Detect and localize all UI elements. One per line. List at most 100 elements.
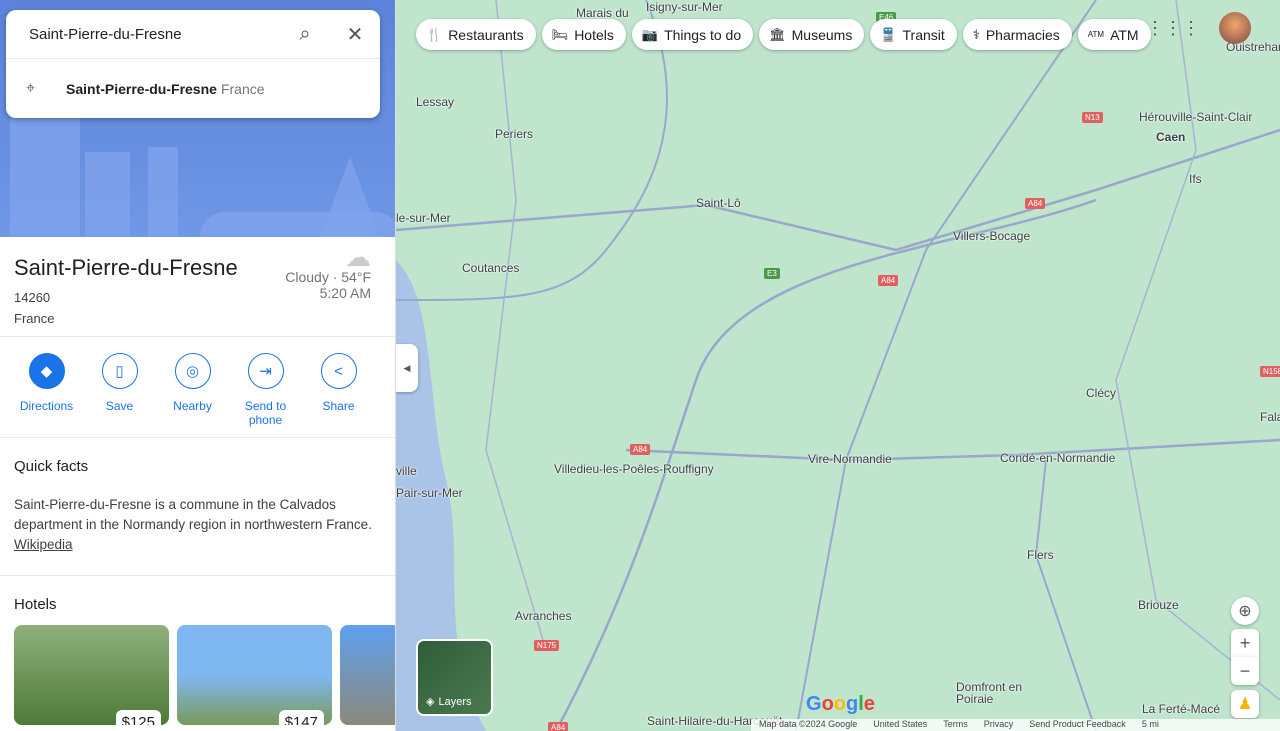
map-label: Coutances xyxy=(462,261,520,275)
map-label: Villers-Bocage xyxy=(953,229,1031,243)
chip-atm[interactable]: ATM ATM xyxy=(1077,19,1151,50)
map-label: Saint-Lô xyxy=(696,196,741,210)
chip-pharmacies[interactable]: ⚕ Pharmacies xyxy=(962,19,1072,50)
apps-grid-icon[interactable]: ⋮⋮⋮ xyxy=(1146,18,1200,39)
map-label: Lessay xyxy=(416,95,455,109)
map-label: Villedieu-les-Poêles-Rouffigny xyxy=(554,462,714,476)
map-label: Avranches xyxy=(515,609,572,623)
road-shield: A84 xyxy=(1025,198,1046,209)
plus-icon: + xyxy=(1239,632,1251,653)
search-suggestion[interactable]: ⌖ Saint-Pierre-du-Fresne France xyxy=(6,58,380,118)
location-pin-icon: ⌖ xyxy=(26,79,36,97)
google-logo: Google xyxy=(806,693,875,715)
nearby-icon: ◎ xyxy=(174,353,211,389)
road-shield: A84 xyxy=(548,722,569,731)
chip-museums[interactable]: 🏛 Museums xyxy=(759,19,865,50)
chip-restaurants[interactable]: 🍴 Restaurants xyxy=(416,19,536,50)
action-label: Send to phone xyxy=(244,399,287,427)
collapse-panel-button[interactable]: ◀ xyxy=(396,344,418,392)
map-label: Periers xyxy=(495,127,534,141)
search-input[interactable]: Saint-Pierre-du-Fresne xyxy=(29,26,280,43)
bookmark-icon: ▯ xyxy=(101,353,138,389)
action-label: Nearby xyxy=(173,399,212,413)
quick-facts-text: Saint-Pierre-du-Fresne is a commune in t… xyxy=(14,497,372,532)
hotel-card[interactable]: $125 xyxy=(14,625,169,725)
place-panel: Saint-Pierre-du-Fresne ⌕ ✕ ⌖ Saint-Pierr… xyxy=(0,0,396,731)
weather-text: Cloudy · 54°F xyxy=(285,269,371,285)
chip-label: Things to do xyxy=(664,26,742,43)
camera-icon: 📷 xyxy=(641,26,659,42)
cloud-icon: ☁ xyxy=(345,242,371,272)
close-icon[interactable]: ✕ xyxy=(330,22,380,47)
zoom-out-button[interactable]: − xyxy=(1231,657,1259,685)
quick-facts: Quick facts Saint-Pierre-du-Fresne is a … xyxy=(0,438,395,576)
category-chips: 🍴 Restaurants 🛏 Hotels 📷 Things to do 🏛 Muse… xyxy=(416,19,1151,50)
hotel-card[interactable]: $147 xyxy=(177,625,332,725)
action-label: Save xyxy=(105,399,134,413)
directions-button[interactable]: ◆ Directions xyxy=(10,353,83,437)
road-shield: N158 xyxy=(1260,366,1280,377)
layers-label: Layers xyxy=(438,696,472,708)
atm-icon: ATM xyxy=(1087,30,1105,39)
send-to-phone-icon: ⇥ xyxy=(247,353,284,389)
chip-hotels[interactable]: 🛏 Hotels xyxy=(541,19,626,50)
map-label: Hérouville-Saint-Clair xyxy=(1139,110,1253,124)
wikipedia-link[interactable]: Wikipedia xyxy=(14,537,73,552)
road-shield: A84 xyxy=(878,275,899,286)
transit-icon: 🚆 xyxy=(880,26,897,42)
zoom-in-button[interactable]: + xyxy=(1231,629,1259,657)
hotel-price: $147 xyxy=(278,710,324,725)
map-data-credit: Map data ©2024 Google xyxy=(759,719,858,729)
map-footer: Map data ©2024 Google United States Term… xyxy=(751,719,1280,731)
search-box: Saint-Pierre-du-Fresne ⌕ ✕ ⌖ Saint-Pierr… xyxy=(6,10,380,118)
pharmacy-icon: ⚕ xyxy=(972,26,980,42)
bed-icon: 🛏 xyxy=(551,26,569,42)
nearby-button[interactable]: ◎ Nearby xyxy=(156,353,229,437)
minus-icon: − xyxy=(1239,660,1251,681)
place-header: Saint-Pierre-du-Fresne 14260 France ☁ Cl… xyxy=(0,237,395,337)
hotel-card[interactable] xyxy=(340,625,395,725)
region-link[interactable]: United States xyxy=(873,719,927,731)
my-location-icon: ⊕ xyxy=(1238,603,1252,620)
save-button[interactable]: ▯ Save xyxy=(83,353,156,437)
map-label: Marais du xyxy=(576,6,629,20)
feedback-link[interactable]: Send Product Feedback xyxy=(1029,719,1126,731)
street-view-pegman[interactable]: ♟ xyxy=(1231,690,1259,718)
action-label: Directions xyxy=(19,399,74,413)
chip-label: Transit xyxy=(902,26,945,43)
share-button[interactable]: < Share xyxy=(302,353,375,437)
road-shield: N175 xyxy=(534,640,560,651)
map[interactable]: Marais du Isigny-sur-Mer Lessay Periers … xyxy=(396,0,1280,731)
map-label: La Ferté-Macé xyxy=(1142,702,1221,716)
map-label: Vire-Normandie xyxy=(808,452,892,466)
local-time: 5:20 AM xyxy=(319,285,371,301)
map-label: le-sur-Mer xyxy=(396,211,451,225)
chip-label: Museums xyxy=(791,26,853,43)
suggestion-name: Saint-Pierre-du-Fresne xyxy=(66,80,217,97)
chip-label: Pharmacies xyxy=(985,26,1060,43)
action-label: Share xyxy=(322,399,355,413)
hotels-title: Hotels xyxy=(14,596,57,613)
terms-link[interactable]: Terms xyxy=(943,719,968,731)
road-shield: A84 xyxy=(630,444,651,455)
scale-bar[interactable]: 5 mi xyxy=(1142,719,1159,731)
action-bar: ◆ Directions ▯ Save ◎ Nearby ⇥ Send to phone… xyxy=(0,337,395,438)
pegman-icon: ♟ xyxy=(1237,696,1253,713)
chip-label: Restaurants xyxy=(448,26,524,43)
map-label: Pair-sur-Mer xyxy=(396,486,463,500)
layers-button[interactable]: ◈ Layers xyxy=(416,639,493,716)
send-to-phone-button[interactable]: ⇥ Send to phone xyxy=(229,353,302,437)
search-icon[interactable]: ⌕ xyxy=(280,23,330,46)
my-location-button[interactable]: ⊕ xyxy=(1231,597,1259,625)
suggestion-sub: France xyxy=(220,80,265,97)
chip-transit[interactable]: 🚆 Transit xyxy=(870,19,957,50)
chip-things-to-do[interactable]: 📷 Things to do xyxy=(631,19,754,50)
map-label: Isigny-sur-Mer xyxy=(646,0,723,14)
hotels-section: Hotels xyxy=(0,576,395,625)
country: France xyxy=(14,311,55,326)
restaurant-icon: 🍴 xyxy=(426,26,443,42)
map-label: Briouze xyxy=(1138,598,1179,612)
road-shield: N13 xyxy=(1082,112,1103,123)
privacy-link[interactable]: Privacy xyxy=(984,719,1014,731)
avatar[interactable] xyxy=(1219,12,1251,44)
